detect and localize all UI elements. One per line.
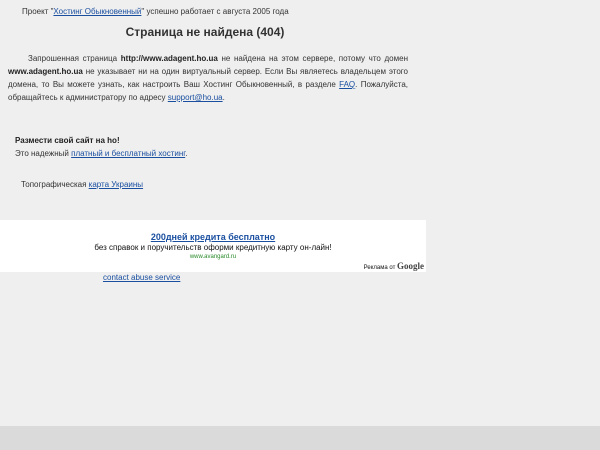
message-text: не найдена на этом сервере, потому что д… [217,54,409,63]
footer-band [0,426,600,450]
support-email-link[interactable]: support@ho.ua [168,93,223,102]
abuse-contact-link[interactable]: contact abuse service [103,273,180,282]
ukraine-map-link[interactable]: карта Украины [89,180,143,189]
google-logo: Google [397,261,424,271]
hosting-plans-link[interactable]: платный и бесплатный хостинг [71,149,185,158]
google-ad-block: 200дней кредита бесплатно без справок и … [0,220,426,272]
promo-text: Это надежный [15,149,72,158]
requested-url: http://www.adagent.ho.ua [120,54,218,63]
error-message: Запрошенная страница http://www.adagent.… [8,52,408,104]
faq-link[interactable]: FAQ [339,80,355,89]
message-text: . [222,93,225,102]
page-title: Страница не найдена (404) [125,25,285,39]
status-prefix: Проект " [22,7,54,16]
ad-url[interactable]: www.avangard.ru [0,254,426,260]
ads-by-google[interactable]: Реклама от Google [364,261,424,271]
hosting-promo: Размести свой сайт на ho! Это надежный п… [15,134,187,160]
promo-text: . [185,149,188,158]
hosting-link[interactable]: Хостинг Обыкновенный [53,7,141,16]
error-page: Проект "Хостинг Обыкновенный" успешно ра… [0,0,600,450]
message-text: Запрошенная страница [28,54,121,63]
topo-map-line: Топографическая карта Украины [21,180,143,189]
requested-domain: www.adagent.ho.ua [8,67,83,76]
ad-title-link[interactable]: 200дней кредита бесплатно [151,232,275,242]
promo-heading: Размести свой сайт на ho! [15,136,120,145]
ads-by-label: Реклама от [363,265,397,271]
ad-text: без справок и поручительств оформи креди… [94,243,332,252]
status-suffix: " успешно работает с августа 2005 года [141,7,289,16]
topo-text: Топографическая [21,180,89,189]
project-status-line: Проект "Хостинг Обыкновенный" успешно ра… [22,7,289,16]
